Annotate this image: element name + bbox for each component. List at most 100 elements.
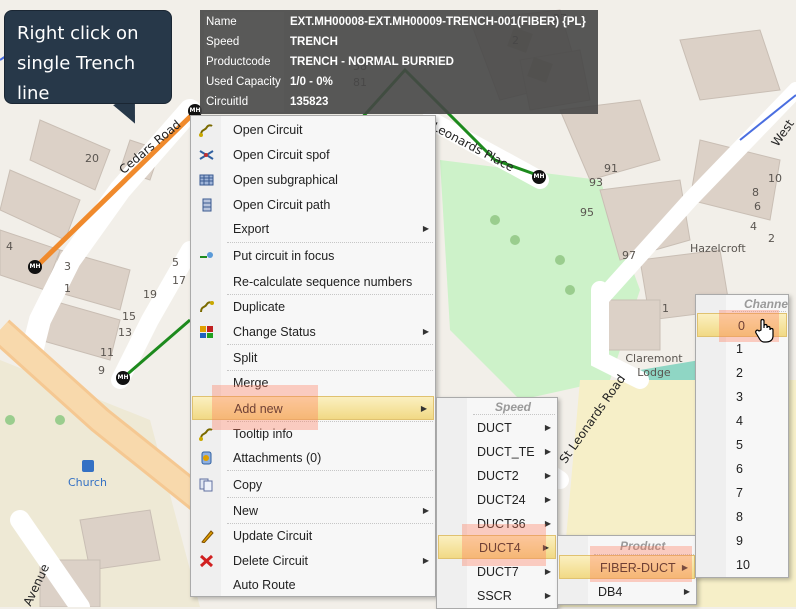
submenu-arrow-icon: ▶	[422, 224, 429, 233]
submenu-arrow-icon: ▶	[544, 447, 551, 456]
speed-item[interactable]: DUCT ▶	[437, 416, 557, 440]
house-number: 20	[85, 152, 99, 165]
submenu-arrow-icon: ▶	[544, 591, 551, 600]
pencil-icon	[201, 530, 214, 543]
manhole-marker[interactable]: MH	[28, 260, 42, 274]
menu-item-label: 4	[736, 414, 743, 428]
place-label-church: Church	[68, 476, 107, 489]
house-number: 93	[589, 176, 603, 189]
menu-item-recalculate-sequence[interactable]: Re-calculate sequence numbers	[191, 270, 435, 294]
submenu-arrow-icon: ▶	[422, 327, 429, 336]
speed-header: Speed	[495, 400, 532, 414]
subgraphical-icon	[199, 174, 214, 186]
speed-item[interactable]: DUCT2 ▶	[437, 464, 557, 488]
channel-item[interactable]: 8	[696, 505, 788, 529]
menu-item-label: 5	[736, 438, 743, 452]
house-number: 3	[64, 260, 71, 273]
menu-item-auto-route[interactable]: Auto Route	[191, 573, 435, 597]
instruction-callout: Right click on single Trench line	[4, 10, 172, 104]
channel-item[interactable]: 9	[696, 529, 788, 553]
speed-item[interactable]: DUCT_TE ▶	[437, 440, 557, 464]
menu-item-duplicate[interactable]: Duplicate	[191, 295, 435, 319]
speed-submenu: Speed DUCT ▶ DUCT_TE ▶ DUCT2 ▶ DUCT24 ▶ DUCT…	[436, 397, 558, 609]
house-number: 11	[100, 346, 114, 359]
attachments-icon	[201, 451, 212, 465]
tooltip-value: 135823	[290, 96, 329, 108]
tooltip-value: EXT.MH00008-EXT.MH00009-TRENCH-001(FIBER…	[290, 16, 586, 28]
menu-separator	[227, 242, 433, 243]
menu-item-open-circuit[interactable]: Open Circuit	[191, 118, 435, 142]
tooltip-key: Used Capacity	[204, 72, 284, 92]
menu-item-update-circuit[interactable]: Update Circuit	[191, 524, 435, 548]
house-number: 2	[768, 232, 775, 245]
highlight-overlay-duct4	[462, 524, 546, 566]
house-number: 17	[172, 274, 186, 287]
submenu-arrow-icon: ▶	[422, 556, 429, 565]
speed-item[interactable]: SSCR ▶	[437, 584, 557, 608]
submenu-arrow-icon: ▶	[544, 423, 551, 432]
channel-item[interactable]: 6	[696, 457, 788, 481]
tooltip-value: 1/0 - 0%	[290, 76, 333, 88]
manhole-marker[interactable]: MH	[116, 371, 130, 385]
menu-item-split[interactable]: Split	[191, 346, 435, 370]
menu-item-label: DB4	[598, 585, 623, 599]
menu-item-label: 3	[736, 390, 743, 404]
menu-item-label: Duplicate	[233, 300, 286, 314]
menu-item-attachments[interactable]: Attachments (0)	[191, 446, 435, 470]
menu-separator	[227, 497, 433, 498]
tooltip-row: CircuitId 135823	[204, 92, 594, 112]
copy-icon	[199, 478, 213, 492]
context-menu: Open Circuit Open Circuit spof Open subg…	[190, 115, 436, 597]
speed-item[interactable]: DUCT24 ▶	[437, 488, 557, 512]
menu-item-open-subgraphical[interactable]: Open subgraphical	[191, 168, 435, 192]
menu-item-put-circuit-in-focus[interactable]: Put circuit in focus	[191, 244, 435, 268]
menu-item-open-circuit-spof[interactable]: Open Circuit spof	[191, 143, 435, 167]
channel-header: Channe	[744, 297, 789, 311]
tooltip-key: Name	[204, 12, 284, 32]
menu-item-change-status[interactable]: Change Status ▶	[191, 320, 435, 344]
house-number: 5	[172, 256, 179, 269]
open-circuit-icon	[199, 124, 213, 137]
house-number: 19	[143, 288, 157, 301]
channel-item[interactable]: 4	[696, 409, 788, 433]
menu-item-label: Re-calculate sequence numbers	[233, 275, 413, 289]
menu-item-export[interactable]: Export ▶	[191, 217, 435, 241]
house-number: 13	[118, 326, 132, 339]
menu-item-label: Open Circuit path	[233, 198, 331, 212]
channel-item[interactable]: 3	[696, 385, 788, 409]
channel-item[interactable]: 5	[696, 433, 788, 457]
house-number: 8	[752, 186, 759, 199]
house-number: 15	[122, 310, 136, 323]
house-number: 4	[750, 220, 757, 233]
product-item-db4[interactable]: DB4 ▶	[558, 580, 696, 604]
house-number: 97	[622, 249, 636, 262]
menu-item-label: SSCR	[477, 589, 512, 603]
menu-item-label: Export	[233, 222, 270, 236]
menu-item-label: New	[233, 504, 259, 518]
menu-item-label: DUCT	[477, 421, 512, 435]
focus-icon	[200, 252, 213, 258]
channel-item[interactable]: 10	[696, 553, 788, 577]
submenu-arrow-icon: ▶	[420, 404, 427, 413]
house-number: 1	[64, 282, 71, 295]
menu-item-delete-circuit[interactable]: Delete Circuit ▶	[191, 549, 435, 573]
channel-item[interactable]: 7	[696, 481, 788, 505]
tooltip-key: Productcode	[204, 52, 284, 72]
menu-item-new[interactable]: New ▶	[191, 499, 435, 523]
menu-item-copy[interactable]: Copy	[191, 473, 435, 497]
menu-item-label: DUCT24	[477, 493, 526, 507]
tooltip-key: Speed	[204, 32, 284, 52]
tooltip-row: Used Capacity 1/0 - 0%	[204, 72, 594, 92]
tooltip-row: Productcode TRENCH - NORMAL BURRIED	[204, 52, 594, 72]
duplicate-icon	[200, 301, 214, 313]
channel-item[interactable]: 2	[696, 361, 788, 385]
tooltip-value: TRENCH - NORMAL BURRIED	[290, 56, 454, 68]
menu-item-label: DUCT_TE	[477, 445, 535, 459]
menu-item-label: Attachments (0)	[233, 451, 322, 465]
menu-item-label: Open Circuit	[233, 123, 303, 137]
menu-item-open-circuit-path[interactable]: Open Circuit path	[191, 193, 435, 217]
manhole-marker[interactable]: MH	[532, 170, 546, 184]
house-number: 10	[768, 172, 782, 185]
submenu-arrow-icon: ▶	[683, 587, 690, 596]
menu-item-label: Delete Circuit	[233, 554, 309, 568]
